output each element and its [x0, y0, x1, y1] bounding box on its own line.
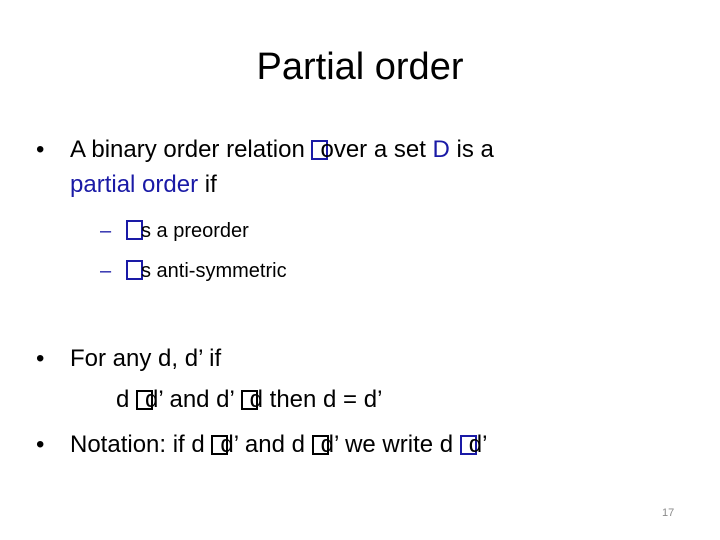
bullet-item-antisymmetry-cont: d d’ and d’ d then d = d’	[116, 386, 383, 413]
sub-item-preorder: – s a preorder	[100, 220, 249, 242]
sub-item-antisymmetric: – s anti-symmetric	[100, 260, 287, 282]
dash-icon: –	[100, 220, 112, 242]
bullet-icon: •	[36, 136, 45, 163]
bullet-item-notation: • Notation: if d d’ and d d’ we write d d…	[36, 431, 488, 458]
bullet-item-definition-cont: partial order if	[70, 171, 217, 198]
dash-icon: –	[100, 260, 112, 282]
set-name: D	[432, 136, 450, 163]
page-number: 17	[662, 507, 675, 519]
term-partial-order: partial order	[70, 171, 199, 198]
bullet-item-antisymmetry: • For any d, d’ if	[36, 345, 222, 372]
slide-title: Partial order	[256, 46, 464, 88]
bullet-item-definition: • A binary order relation over a set D is…	[36, 136, 494, 163]
bullet-icon: •	[36, 431, 45, 458]
bullet-icon: •	[36, 345, 45, 372]
